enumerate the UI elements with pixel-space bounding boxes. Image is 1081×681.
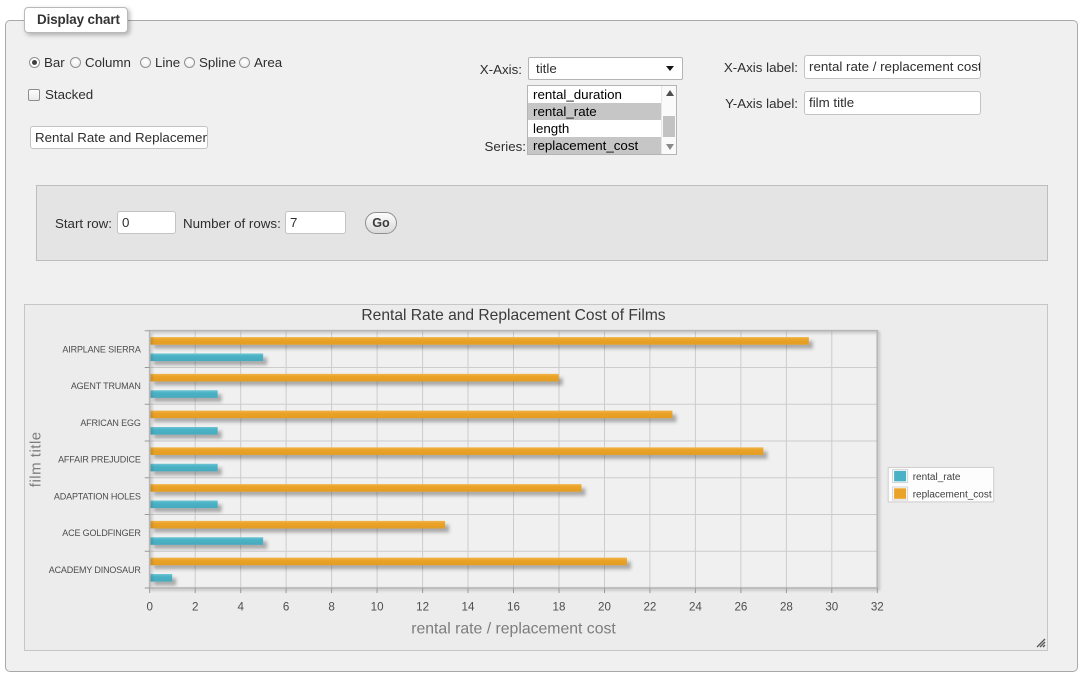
svg-text:AIRPLANE SIERRA: AIRPLANE SIERRA xyxy=(62,344,140,354)
svg-text:AFRICAN EGG: AFRICAN EGG xyxy=(80,418,141,428)
svg-text:Rental Rate and Replacement Co: Rental Rate and Replacement Cost of Film… xyxy=(361,307,665,324)
svg-text:24: 24 xyxy=(689,601,702,614)
svg-text:18: 18 xyxy=(553,601,566,614)
svg-text:AFFAIR PREJUDICE: AFFAIR PREJUDICE xyxy=(58,455,141,465)
svg-text:12: 12 xyxy=(416,601,429,614)
svg-text:ACADEMY DINOSAUR: ACADEMY DINOSAUR xyxy=(49,565,142,575)
svg-text:10: 10 xyxy=(371,601,384,614)
svg-text:rental rate / replacement cost: rental rate / replacement cost xyxy=(411,621,616,638)
svg-text:22: 22 xyxy=(643,601,656,614)
svg-text:28: 28 xyxy=(780,601,793,614)
svg-text:14: 14 xyxy=(462,601,475,614)
svg-text:0: 0 xyxy=(146,601,152,614)
svg-text:ACE GOLDFINGER: ACE GOLDFINGER xyxy=(62,528,141,538)
svg-text:20: 20 xyxy=(598,601,611,614)
svg-text:rental_rate: rental_rate xyxy=(913,472,961,483)
svg-text:16: 16 xyxy=(507,601,520,614)
svg-text:32: 32 xyxy=(871,601,884,614)
svg-text:30: 30 xyxy=(825,601,838,614)
svg-text:6: 6 xyxy=(283,601,289,614)
svg-text:26: 26 xyxy=(734,601,747,614)
svg-text:AGENT TRUMAN: AGENT TRUMAN xyxy=(71,381,141,391)
svg-text:ADAPTATION HOLES: ADAPTATION HOLES xyxy=(54,491,141,501)
svg-text:film title: film title xyxy=(28,431,45,487)
svg-text:8: 8 xyxy=(328,601,334,614)
svg-text:replacement_cost: replacement_cost xyxy=(913,490,992,501)
svg-text:4: 4 xyxy=(237,601,244,614)
svg-text:2: 2 xyxy=(192,601,198,614)
